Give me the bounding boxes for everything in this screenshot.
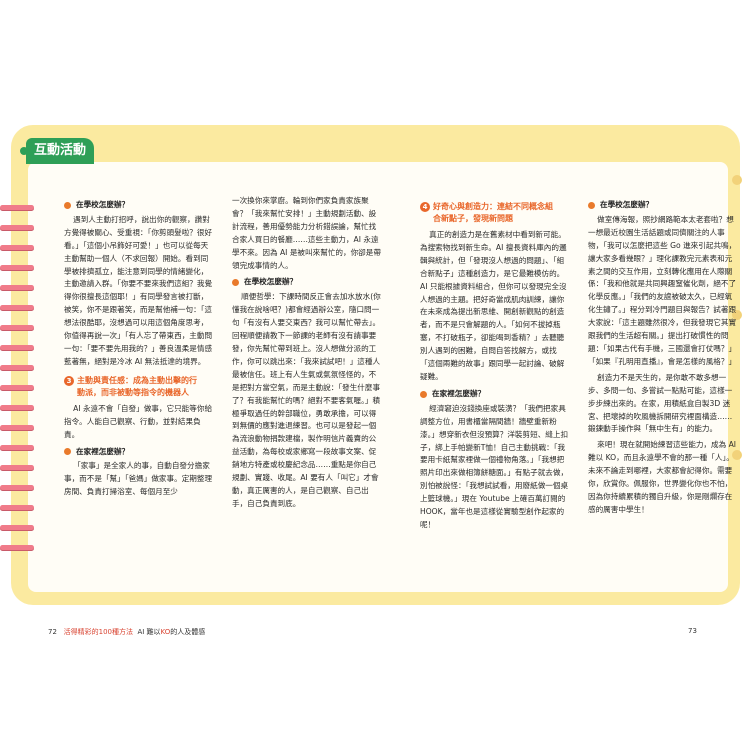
bullet-icon [64, 201, 71, 209]
paragraph: 一次換你來掌廚。輪到你們家負責家族聚會？「我來幫忙安排！」主動規劃活動、設計流程… [232, 196, 381, 270]
chapter-title-a: AI 難以 [137, 628, 161, 636]
section-heading: 3 主動與責任感：成為主動出擊的行 動派，而非被動等指令的機器人 [64, 375, 214, 399]
paragraph: 順便哲學：下課時間反正會去加水放水(你懂我在說啥吧？)都會經過辦公室，隨口問一句… [232, 292, 381, 508]
footer-left: 72 活得精彩的100種方法 AI 難以KO的人及體感 [48, 627, 205, 637]
section-heading: 4 好奇心與創造力：連結不同概念組 合新點子，發現新問題 [420, 201, 570, 225]
paragraph: 經濟窘迫沒錢換座或裝潢？「我們把家具調整方位，用書櫃當隔間牆！牆壁重新粉漆。」想… [420, 403, 569, 529]
paragraph: 真正的創造力是在舊素材中看到新可能。為搜索物找到新生命。AI 擅長資料庫內的邏輯… [420, 230, 567, 381]
paragraph: AI 永遠不會「自發」做事，它只能等你給指令。人能自己觀察、行動，並對結果負責。 [64, 403, 213, 439]
page-number-right: 73 [688, 627, 697, 635]
section-tab: 互動活動 [20, 138, 94, 164]
bullet-icon [588, 201, 595, 209]
column-4: 在學校怎麼辦？ 做室傳海報，照抄網路範本太老套啦？想一想最近校園生活話題或同儕關… [588, 195, 738, 520]
heading: 在家裡怎麼辦？ [420, 388, 570, 401]
bullet-icon [64, 448, 71, 456]
bullet-icon [420, 390, 427, 398]
tab-label: 互動活動 [33, 143, 86, 158]
chapter-title-b: 的人及體感 [170, 628, 206, 636]
heading: 在家裡怎麼辦？ [64, 446, 214, 459]
bullet-icon [232, 279, 239, 287]
column-3: 4 好奇心與創造力：連結不同概念組 合新點子，發現新問題 真正的創造力是在舊素材中… [420, 195, 570, 535]
column-1: 在學校怎麼辦？ 遇到人主動打招呼，說出你的觀察，讚對方覺得被關心、受重視：「你剪… [64, 195, 214, 502]
book-title: 活得精彩的100種方法 [63, 628, 133, 636]
tab-dot [20, 147, 28, 155]
footer-right: 73 [688, 627, 697, 635]
paragraph: 「家事」是全家人的事，自動自發分擔家事，而不是「幫」「爸媽」做家事。定期整理房間… [64, 461, 213, 497]
heading: 在學校怎麼辦？ [588, 199, 738, 212]
chapter-title-ko: KO [160, 628, 171, 636]
paragraph: 來吧！現在就開始練習這些能力，成為 AI 難以 KO，而且永遠學不會的那一種「人… [588, 440, 737, 514]
page-number-left: 72 [48, 628, 57, 636]
column-2: 一次換你來掌廚。輪到你們家負責家族聚會？「我來幫忙安排！」主動規劃活動、設計流程… [232, 195, 382, 514]
heading: 在學校怎麼辦？ [64, 199, 214, 212]
section-number: 3 [64, 375, 74, 386]
paragraph: 做室傳海報，照抄網路範本太老套啦？想一想最近校園生活話題或同儕關注的人事物，「我… [588, 214, 737, 366]
heading: 在學校怎麼辦？ [232, 276, 382, 289]
paragraph: 遇到人主動打招呼，說出你的觀察，讚對方覺得被關心、受重視：「你剪頭髮啦？很好看。… [64, 214, 213, 366]
section-number: 4 [420, 202, 430, 212]
paragraph: 創造力不是天生的，是你敢不敢多想一步、多問一句、多嘗試一點點可能，這樣一步步練出… [588, 372, 733, 434]
